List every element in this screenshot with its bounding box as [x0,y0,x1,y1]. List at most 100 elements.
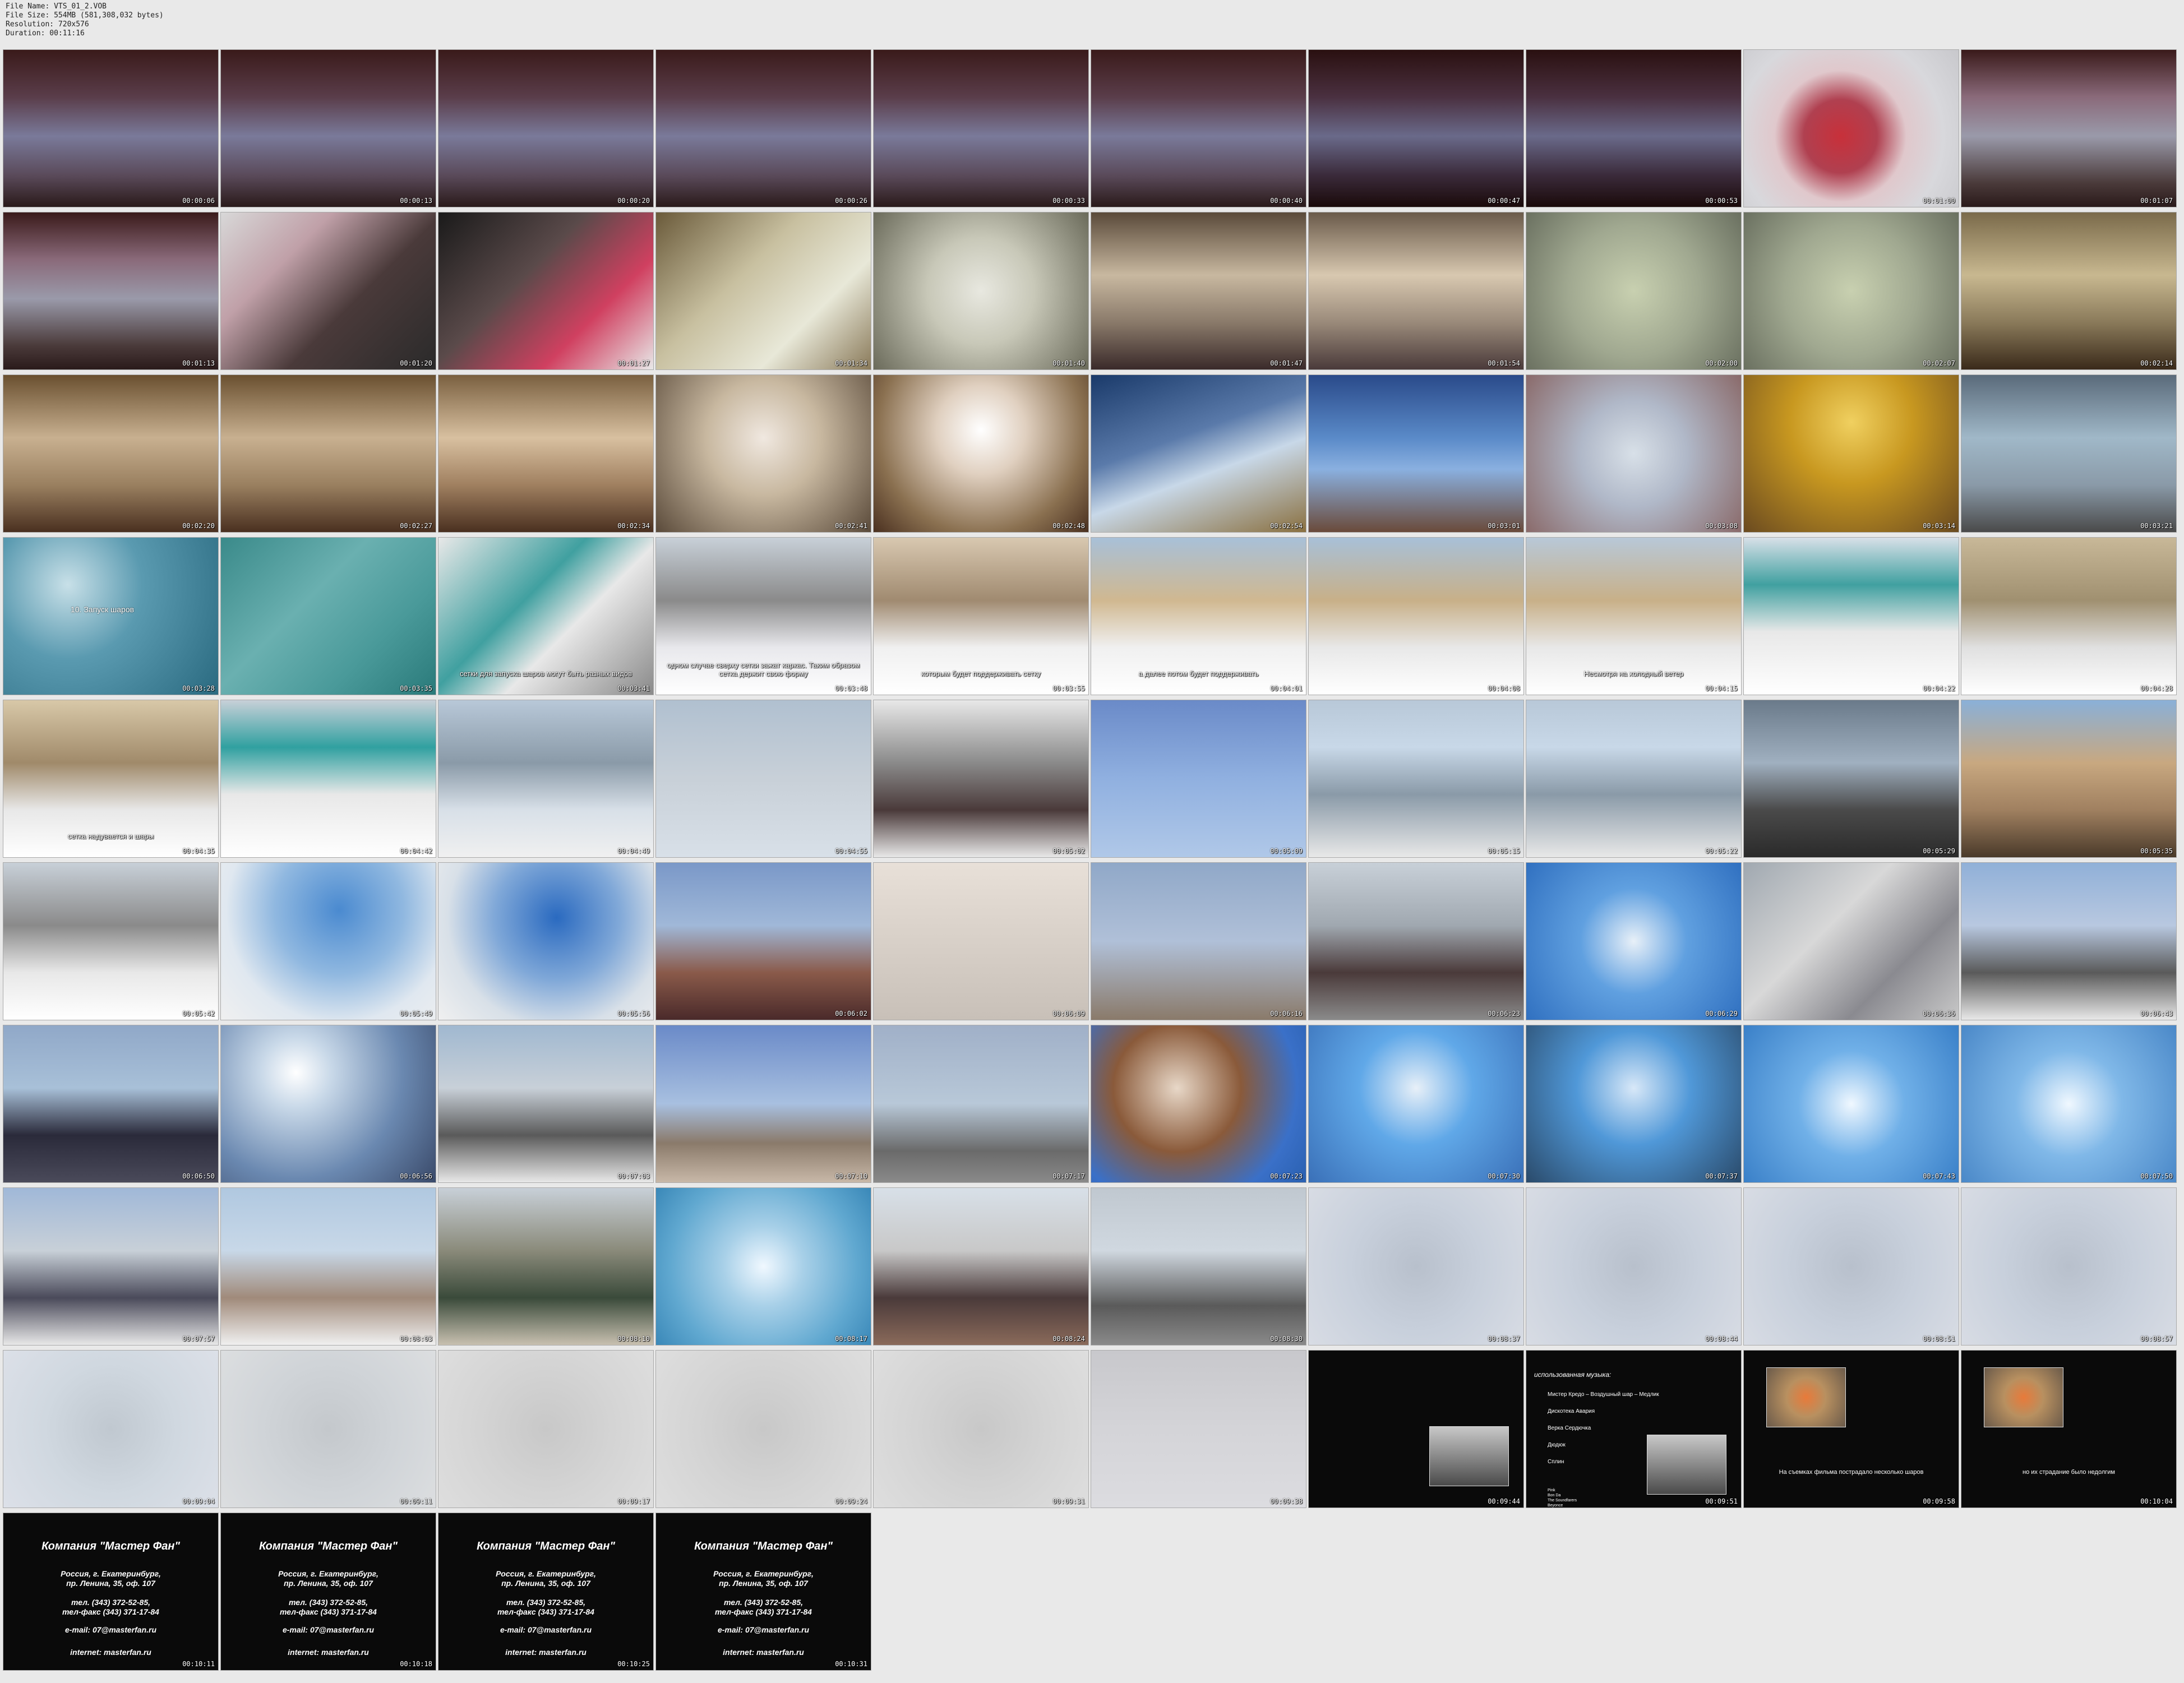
video-thumbnail[interactable]: 00:07:37 [1526,1025,1742,1183]
video-thumbnail[interactable]: 00:05:49 [220,862,436,1020]
video-thumbnail[interactable]: 00:07:30 [1308,1025,1524,1183]
video-thumbnail[interactable]: 00:08:51 [1743,1187,1959,1346]
video-thumbnail[interactable]: 00:06:02 [655,862,871,1020]
video-thumbnail[interactable]: 00:02:20 [3,374,219,533]
video-thumbnail[interactable]: 00:08:44 [1526,1187,1742,1346]
video-thumbnail[interactable]: 00:09:38 [1091,1350,1306,1508]
video-thumbnail[interactable]: 00:01:34 [655,212,871,370]
video-thumbnail[interactable]: 00:07:03 [438,1025,654,1183]
video-thumbnail[interactable]: 00:06:09 [873,862,1089,1020]
video-thumbnail[interactable]: 00:04:28 [1961,537,2177,695]
video-thumbnail[interactable]: которым будет поддерживать сетку 00:03:55 [873,537,1089,695]
video-thumbnail[interactable]: 00:01:20 [220,212,436,370]
video-thumbnail[interactable]: 00:01:40 [873,212,1089,370]
video-thumbnail[interactable]: Компания "Мастер Фан" Россия, г. Екатерин… [220,1513,436,1671]
video-thumbnail[interactable]: 00:08:30 [1091,1187,1306,1346]
video-thumbnail[interactable]: 00:04:49 [438,700,654,858]
video-thumbnail[interactable]: 00:02:48 [873,374,1089,533]
video-thumbnail[interactable]: 00:03:08 [1526,374,1742,533]
video-thumbnail[interactable]: 00:06:16 [1091,862,1306,1020]
video-thumbnail[interactable]: 00:05:42 [3,862,219,1020]
video-thumbnail[interactable]: 00:06:36 [1743,862,1959,1020]
video-thumbnail[interactable]: сетка надувается и шары 00:04:35 [3,700,219,858]
video-thumbnail[interactable]: 00:00:33 [873,49,1089,207]
video-thumbnail[interactable]: 00:01:54 [1308,212,1524,370]
video-thumbnail[interactable]: 00:02:54 [1091,374,1306,533]
video-thumbnail[interactable]: 00:08:24 [873,1187,1089,1346]
video-thumbnail[interactable]: 00:01:07 [1961,49,2177,207]
video-thumbnail[interactable]: 00:01:13 [3,212,219,370]
video-thumbnail[interactable]: 00:03:14 [1743,374,1959,533]
video-thumbnail[interactable]: 00:00:53 [1526,49,1742,207]
video-thumbnail[interactable]: 00:08:37 [1308,1187,1524,1346]
video-thumbnail[interactable]: 00:02:14 [1961,212,2177,370]
video-thumbnail[interactable]: 00:05:35 [1961,700,2177,858]
video-thumbnail[interactable]: 00:07:43 [1743,1025,1959,1183]
video-thumbnail[interactable]: 00:07:10 [655,1025,871,1183]
video-thumbnail[interactable]: 00:04:08 [1308,537,1524,695]
video-thumbnail[interactable]: 00:07:17 [873,1025,1089,1183]
video-thumbnail[interactable]: 00:00:40 [1091,49,1306,207]
video-thumbnail[interactable]: 00:06:43 [1961,862,2177,1020]
video-thumbnail[interactable]: 00:05:56 [438,862,654,1020]
video-thumbnail[interactable]: 00:02:27 [220,374,436,533]
video-thumbnail[interactable]: 00:07:50 [1961,1025,2177,1183]
video-thumbnail[interactable]: 00:05:22 [1526,700,1742,858]
video-thumbnail[interactable]: 00:09:17 [438,1350,654,1508]
video-thumbnail[interactable]: 00:05:15 [1308,700,1524,858]
video-thumbnail[interactable]: Несмотря на холодный ветер 00:04:15 [1526,537,1742,695]
video-thumbnail[interactable]: 00:00:26 [655,49,871,207]
video-thumbnail[interactable]: 00:02:41 [655,374,871,533]
video-thumbnail[interactable]: 00:01:00 [1743,49,1959,207]
video-thumbnail[interactable]: 00:05:29 [1743,700,1959,858]
video-thumbnail[interactable]: На съемках фильма пострадало несколько ш… [1743,1350,1959,1508]
video-thumbnail[interactable]: 00:08:17 [655,1187,871,1346]
video-thumbnail[interactable]: а далее потом будет поддерживать 00:04:01 [1091,537,1306,695]
timestamp: 00:02:20 [182,522,215,530]
video-thumbnail[interactable]: 00:02:07 [1743,212,1959,370]
video-thumbnail[interactable]: 00:06:23 [1308,862,1524,1020]
video-thumbnail[interactable]: 00:00:13 [220,49,436,207]
video-thumbnail[interactable]: 00:09:31 [873,1350,1089,1508]
video-thumbnail[interactable]: 00:09:24 [655,1350,871,1508]
video-thumbnail[interactable]: 00:00:47 [1308,49,1524,207]
video-thumbnail[interactable]: сетки для запуска шаров могут быть разны… [438,537,654,695]
video-thumbnail[interactable]: 00:08:03 [220,1187,436,1346]
video-thumbnail[interactable]: 00:09:04 [3,1350,219,1508]
video-thumbnail[interactable]: 00:02:00 [1526,212,1742,370]
video-thumbnail[interactable]: 00:01:27 [438,212,654,370]
video-thumbnail[interactable]: использованная музыка: Мистер Кредо – Воз… [1526,1350,1742,1508]
video-thumbnail[interactable]: 00:04:55 [655,700,871,858]
timestamp: 00:08:24 [1052,1335,1085,1343]
video-thumbnail[interactable]: Компания "Мастер Фан" Россия, г. Екатерин… [655,1513,871,1671]
video-thumbnail[interactable]: 10. Запуск шаров 00:03:28 [3,537,219,695]
video-thumbnail[interactable]: 00:03:01 [1308,374,1524,533]
timestamp: 00:04:55 [835,847,867,855]
video-thumbnail[interactable]: 00:00:20 [438,49,654,207]
video-thumbnail[interactable]: 00:09:44 [1308,1350,1524,1508]
video-thumbnail[interactable]: 00:04:42 [220,700,436,858]
video-thumbnail[interactable]: но их страдание было недолгим 00:10:04 [1961,1350,2177,1508]
video-thumbnail[interactable]: 00:06:29 [1526,862,1742,1020]
video-thumbnail[interactable]: одном случае сверху сетки зажат каркас. … [655,537,871,695]
video-thumbnail[interactable]: 00:08:57 [1961,1187,2177,1346]
video-thumbnail[interactable]: 00:03:35 [220,537,436,695]
video-thumbnail[interactable]: 00:05:02 [873,700,1089,858]
timestamp: 00:07:17 [1052,1172,1085,1180]
video-thumbnail[interactable]: Компания "Мастер Фан" Россия, г. Екатерин… [438,1513,654,1671]
video-thumbnail[interactable]: 00:03:21 [1961,374,2177,533]
duration: Duration: 00:11:16 [6,29,85,38]
video-thumbnail[interactable]: 00:07:23 [1091,1025,1306,1183]
video-thumbnail[interactable]: Компания "Мастер Фан" Россия, г. Екатерин… [3,1513,219,1671]
video-thumbnail[interactable]: 00:05:09 [1091,700,1306,858]
video-thumbnail[interactable]: 00:00:06 [3,49,219,207]
video-thumbnail[interactable]: 00:08:10 [438,1187,654,1346]
video-thumbnail[interactable]: 00:01:47 [1091,212,1306,370]
timestamp: 00:07:03 [617,1172,650,1180]
video-thumbnail[interactable]: 00:09:11 [220,1350,436,1508]
video-thumbnail[interactable]: 00:07:57 [3,1187,219,1346]
video-thumbnail[interactable]: 00:04:22 [1743,537,1959,695]
video-thumbnail[interactable]: 00:06:50 [3,1025,219,1183]
video-thumbnail[interactable]: 00:02:34 [438,374,654,533]
video-thumbnail[interactable]: 00:06:56 [220,1025,436,1183]
